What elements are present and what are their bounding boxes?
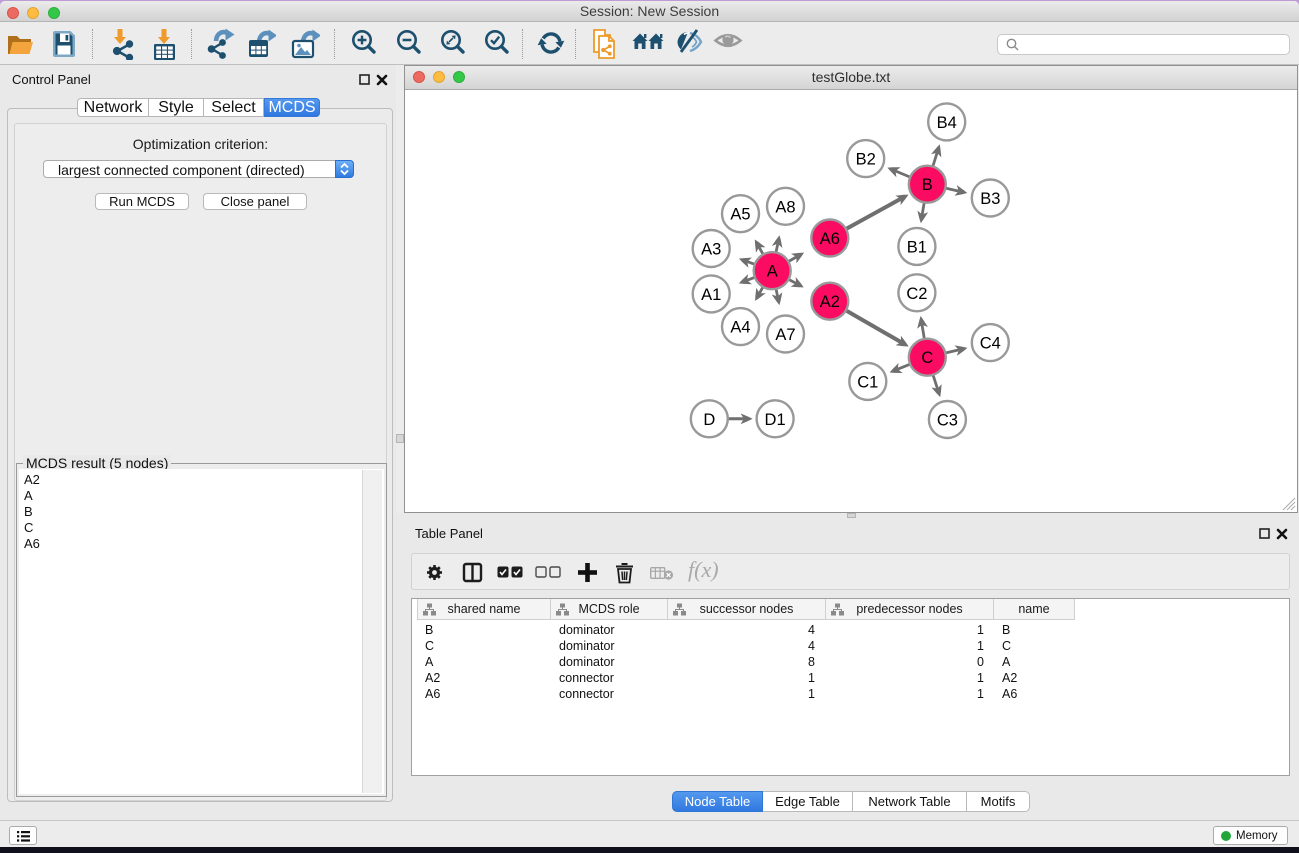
svg-text:C1: C1 (857, 373, 878, 391)
svg-text:B: B (922, 176, 933, 194)
svg-text:A4: A4 (730, 319, 750, 337)
svg-text:A7: A7 (775, 326, 795, 344)
svg-text:B3: B3 (980, 190, 1000, 208)
svg-text:B1: B1 (907, 238, 927, 256)
svg-text:D: D (703, 411, 715, 429)
svg-text:A2: A2 (820, 293, 840, 311)
svg-text:A5: A5 (730, 206, 750, 224)
svg-text:C2: C2 (906, 285, 927, 303)
svg-text:A3: A3 (701, 241, 721, 259)
svg-text:B2: B2 (856, 151, 876, 169)
svg-text:A6: A6 (820, 230, 840, 248)
svg-text:C3: C3 (937, 412, 958, 430)
svg-text:A1: A1 (701, 286, 721, 304)
svg-text:B4: B4 (937, 114, 957, 132)
svg-text:A: A (767, 263, 778, 281)
svg-text:A8: A8 (775, 198, 795, 216)
svg-text:D1: D1 (765, 411, 786, 429)
svg-text:C4: C4 (980, 335, 1001, 353)
svg-text:C: C (921, 349, 933, 367)
